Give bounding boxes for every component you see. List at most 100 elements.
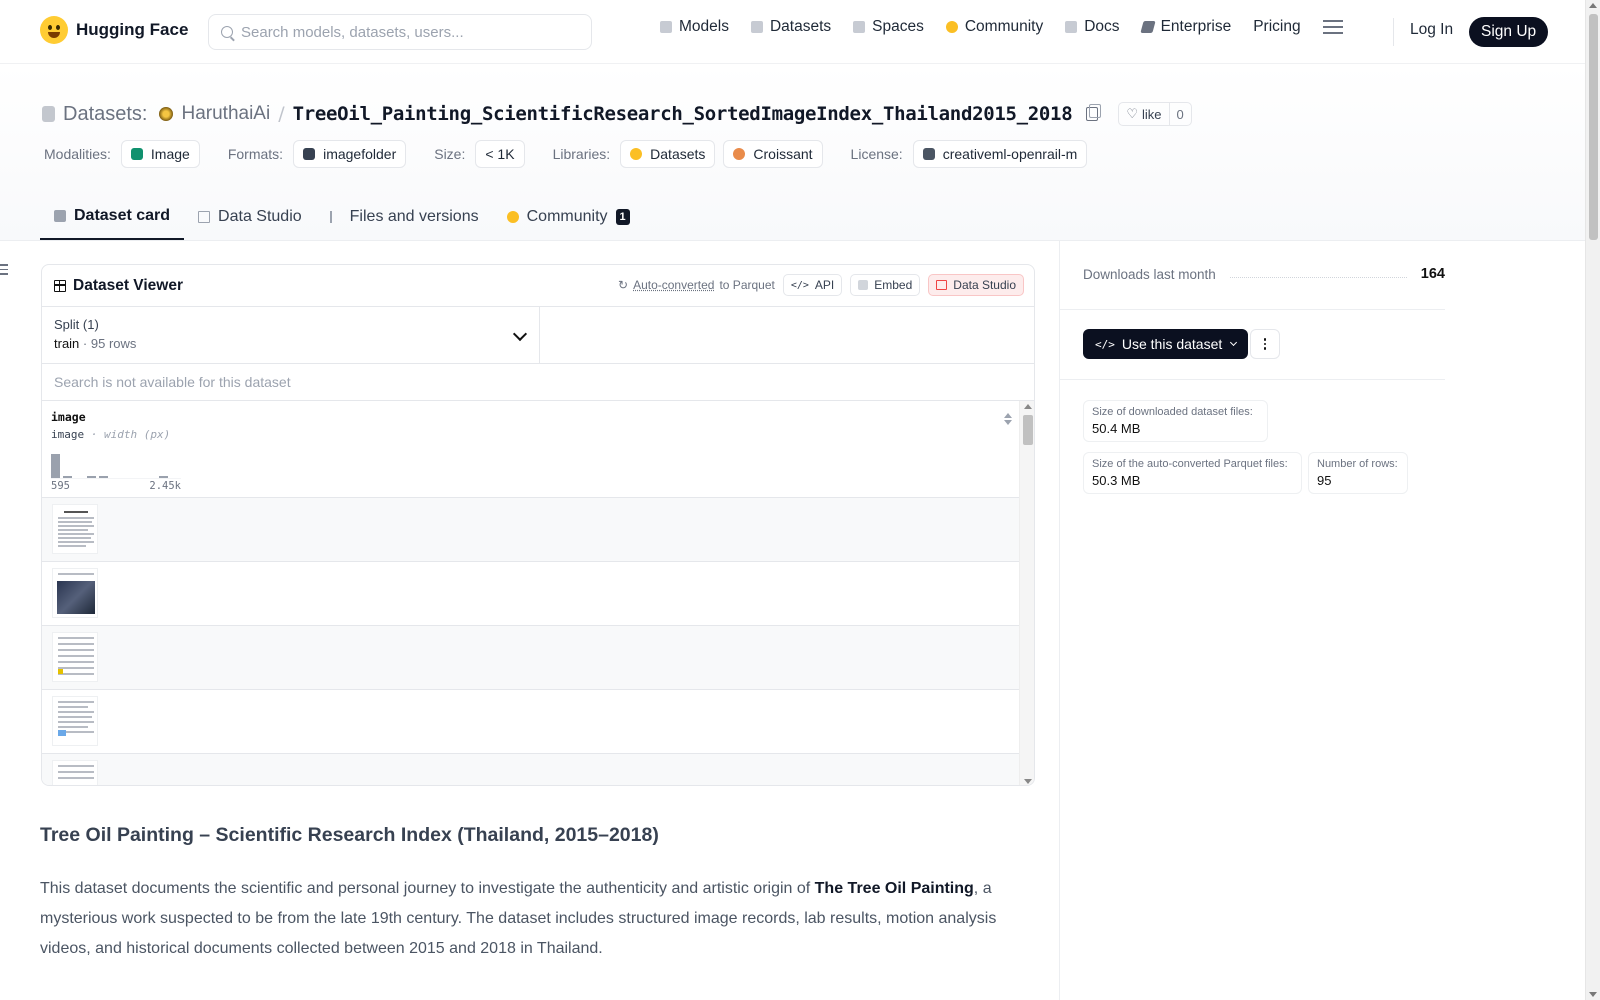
login-link[interactable]: Log In [1410,21,1453,39]
search-icon [221,26,233,38]
column-name: image [51,410,86,424]
chevron-down-icon [1230,338,1238,347]
like-count[interactable]: 0 [1170,107,1191,122]
repo-name[interactable]: TreeOil_Painting_ScientificResearch_Sort… [293,103,1073,125]
stat-label: Size of downloaded dataset files: [1092,406,1253,418]
nav-divider [1393,18,1394,46]
search-input[interactable] [241,23,571,41]
nav-label: Models [679,18,729,35]
embed-button[interactable]: Embed [850,274,921,296]
folder-icon [303,148,316,160]
button-label: Embed [874,278,913,292]
readme-title: Tree Oil Painting – Scientific Research … [40,824,659,846]
histogram-max: 2.45k [149,480,181,492]
owner-avatar[interactable] [159,107,174,121]
tab-files-and-versions[interactable]: Files and versions [316,194,493,240]
page-scrollbar[interactable] [1585,0,1600,1000]
nav-link-enterprise[interactable]: Enterprise [1139,18,1231,36]
image-thumbnail[interactable] [52,696,98,746]
license-chip[interactable]: creativeml-openrail-m [912,140,1088,168]
image-thumbnail[interactable] [52,632,98,682]
column-stat: width (px) [104,428,171,441]
image-thumbnail[interactable] [52,568,98,618]
size-chip[interactable]: < 1K [475,140,525,168]
split-dot: · [82,336,88,351]
stat-label: Size of the auto-converted Parquet files… [1092,458,1288,470]
license-label: License: [850,146,903,162]
data-table: image image · width (px) 595 2.45k [42,401,1034,785]
metadata-row: Modalities: Image Formats: imagefolder S… [44,140,1088,168]
table-icon [936,280,948,290]
table-row[interactable] [42,562,1020,626]
width-histogram[interactable] [51,453,181,479]
split-value: train · 95 rows [54,336,527,351]
nav-link-docs[interactable]: Docs [1065,18,1120,36]
histogram-bar[interactable] [159,476,168,478]
histogram-bar[interactable] [87,476,96,478]
nav-link-pricing[interactable]: Pricing [1253,18,1300,36]
table-icon [198,211,211,223]
viewer-scrollbar[interactable] [1019,401,1034,785]
chip-label: imagefolder [323,146,397,162]
community-icon [945,21,958,33]
tab-dataset-card[interactable]: Dataset card [40,194,185,240]
viewer-search-disabled: Search is not available for this dataset [42,364,1034,401]
nav-link-community[interactable]: Community [945,18,1043,36]
histogram-bar[interactable] [99,476,108,478]
nav-label: Docs [1084,18,1120,35]
column-header-image[interactable]: image image · width (px) 595 2.45k [42,401,1020,498]
tab-label: Data Studio [218,208,302,225]
stat-value: 50.3 MB [1092,473,1141,488]
sort-icon[interactable] [1004,413,1012,425]
code-icon: </> [790,279,809,291]
data-studio-button[interactable]: Data Studio [928,274,1024,296]
table-row[interactable] [42,690,1020,754]
sidebar-divider [1060,379,1445,380]
rows-stat: Number of rows: 95 [1308,452,1408,494]
chip-label: creativeml-openrail-m [942,146,1078,162]
brand-name: Hugging Face [76,20,189,39]
split-label: Split (1) [54,317,99,332]
image-thumbnail[interactable] [52,504,98,554]
more-menu-icon[interactable] [1322,20,1343,34]
table-of-contents-icon[interactable] [0,264,8,275]
split-name: train [54,336,80,351]
split-selector[interactable]: Split (1) train · 95 rows [42,307,540,363]
auto-converted-link[interactable]: Auto-converted [633,278,714,292]
like-widget: ♡ like 0 [1118,102,1192,126]
size-label: Size: [434,146,466,162]
table-row[interactable] [42,754,1020,785]
button-label: Data Studio [953,278,1016,292]
libraries-label: Libraries: [552,146,611,162]
tab-data-studio[interactable]: Data Studio [184,194,316,240]
table-row[interactable] [42,626,1020,690]
brand-link[interactable]: Hugging Face [40,16,188,44]
library-chip-datasets[interactable]: Datasets [620,140,716,168]
copy-icon[interactable] [1086,104,1102,121]
bank-icon [922,148,935,160]
tab-community[interactable]: Community 1 [493,194,644,240]
nav-link-spaces[interactable]: Spaces [853,18,924,36]
histogram-bar[interactable] [51,454,60,478]
hugging-face-icon [630,148,643,160]
nav-link-datasets[interactable]: Datasets [750,18,831,36]
library-chip-croissant[interactable]: Croissant [723,140,823,168]
modality-chip[interactable]: Image [120,140,200,168]
histogram-bar[interactable] [63,476,72,478]
spaces-grid-icon [853,21,866,33]
downloads-sparkline [1229,270,1407,278]
section-label[interactable]: Datasets: [63,103,147,126]
api-button[interactable]: </> API [782,274,843,296]
search-box[interactable] [208,14,592,50]
owner-link[interactable]: HaruthaiAi [181,103,270,125]
image-thumbnail[interactable] [52,760,98,785]
table-row[interactable] [42,498,1020,562]
format-chip[interactable]: imagefolder [293,140,407,168]
use-this-dataset-button[interactable]: </> Use this dataset [1083,329,1249,359]
downloads-label: Downloads last month [1083,266,1216,282]
like-button[interactable]: ♡ like [1119,103,1170,125]
signup-button[interactable]: Sign Up [1469,17,1549,47]
more-options-button[interactable] [1250,329,1280,359]
nav-link-models[interactable]: Models [660,18,729,36]
formats-label: Formats: [227,146,284,162]
